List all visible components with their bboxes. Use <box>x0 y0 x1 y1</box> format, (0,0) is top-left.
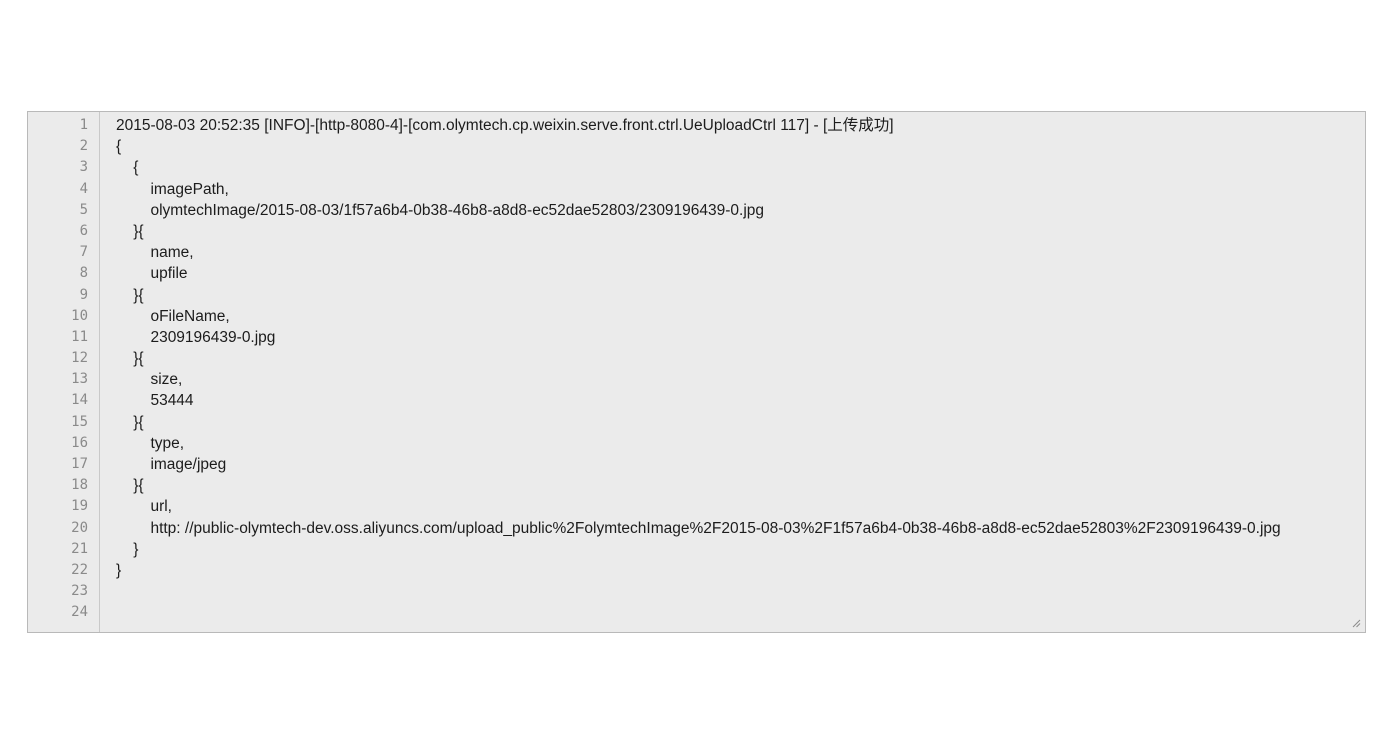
line-number: 9 <box>79 286 88 303</box>
code-editor[interactable]: 1 2 3 4 5 6 7 8 9 10 11 12 13 14 15 16 1… <box>27 111 1366 633</box>
line-number: 7 <box>79 244 88 261</box>
line-number: 20 <box>71 519 88 536</box>
code-line: http: //public-olymtech-dev.oss.aliyuncs… <box>116 519 1281 537</box>
line-number: 16 <box>71 434 88 451</box>
code-line: type, <box>116 434 185 452</box>
code-line: { <box>116 138 122 156</box>
line-number: 19 <box>71 498 88 515</box>
line-number: 3 <box>79 159 88 176</box>
line-number: 17 <box>71 456 88 472</box>
line-number: 14 <box>71 392 88 409</box>
line-number: 22 <box>71 561 88 578</box>
code-line: image/jpeg <box>116 456 227 473</box>
line-number: 21 <box>71 540 88 557</box>
line-number: 8 <box>79 265 88 282</box>
line-number: 12 <box>71 350 88 367</box>
code-line: } <box>116 540 139 558</box>
code-line: olymtechImage/2015-08-03/1f57a6b4-0b38-4… <box>116 201 765 219</box>
code-line: } <box>116 561 122 579</box>
code-line: 2015-08-03 20:52:35 [INFO]-[http-8080-4]… <box>116 117 894 134</box>
code-line: name, <box>116 244 194 262</box>
line-number: 15 <box>71 413 88 430</box>
code-line: oFileName, <box>116 307 230 325</box>
code-line: }{ <box>116 286 144 304</box>
code-line: }{ <box>116 222 144 240</box>
code-line: }{ <box>116 413 144 431</box>
line-number: 24 <box>71 604 88 621</box>
line-number-gutter: 1 2 3 4 5 6 7 8 9 10 11 12 13 14 15 16 1… <box>28 112 100 632</box>
line-number: 4 <box>79 180 88 197</box>
line-number: 13 <box>71 371 88 388</box>
line-number: 18 <box>71 477 88 494</box>
line-number: 10 <box>71 307 88 324</box>
code-line: size, <box>116 371 183 389</box>
code-line: upfile <box>116 265 188 283</box>
code-line: imagePath, <box>116 180 229 198</box>
resize-grip-icon[interactable] <box>1351 618 1361 628</box>
line-number: 6 <box>79 222 88 239</box>
code-line: }{ <box>116 477 144 495</box>
code-text-area[interactable]: 2015-08-03 20:52:35 [INFO]-[http-8080-4]… <box>116 115 1365 632</box>
code-line: { <box>116 159 139 177</box>
line-number: 2 <box>79 138 88 155</box>
code-line: 53444 <box>116 392 194 410</box>
line-number: 5 <box>79 201 88 218</box>
code-line: }{ <box>116 350 144 368</box>
line-number: 11 <box>71 328 88 345</box>
line-number: 1 <box>79 117 88 133</box>
code-line: url, <box>116 498 172 516</box>
code-line: 2309196439-0.jpg <box>116 328 276 346</box>
line-number: 23 <box>71 583 88 600</box>
